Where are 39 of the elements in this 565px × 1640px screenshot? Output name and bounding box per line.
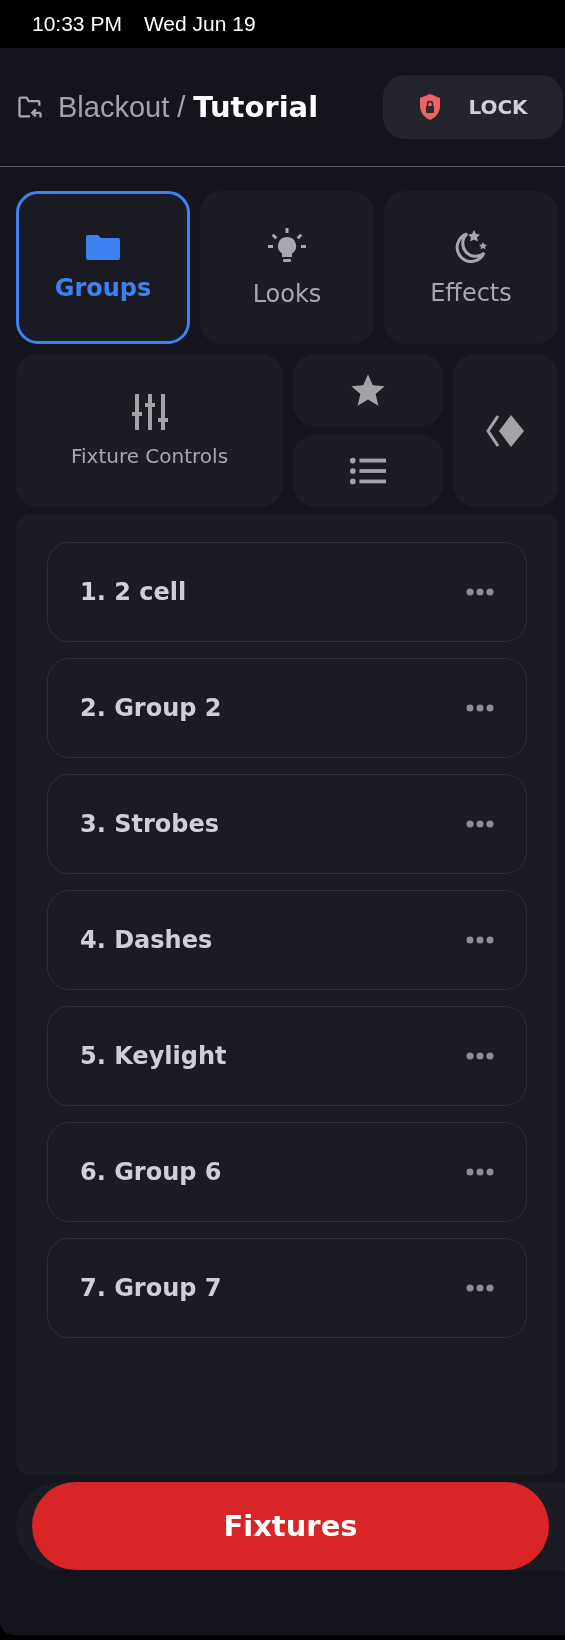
- group-name: 2. Group 2: [80, 694, 222, 722]
- diamond-button[interactable]: [453, 354, 558, 507]
- group-item[interactable]: 3. Strobes: [47, 774, 527, 874]
- group-name: 1. 2 cell: [80, 578, 187, 606]
- fixtures-button[interactable]: Fixtures: [32, 1482, 549, 1570]
- list-button[interactable]: [293, 435, 443, 507]
- group-item[interactable]: 5. Keylight: [47, 1006, 527, 1106]
- more-icon[interactable]: [466, 1284, 494, 1292]
- more-icon[interactable]: [466, 588, 494, 596]
- more-icon[interactable]: [466, 1052, 494, 1060]
- group-item[interactable]: 2. Group 2: [47, 658, 527, 758]
- moon-stars-icon: [453, 228, 489, 265]
- sliders-icon: [131, 393, 168, 430]
- more-icon[interactable]: [466, 1168, 494, 1176]
- fixture-controls-button[interactable]: Fixture Controls: [16, 354, 283, 507]
- group-item[interactable]: 7. Group 7: [47, 1238, 527, 1338]
- project-name: Blackout /: [58, 90, 186, 124]
- more-icon[interactable]: [466, 936, 494, 944]
- group-name: 7. Group 7: [80, 1274, 222, 1302]
- mode-tab[interactable]: Groups: [16, 191, 190, 344]
- group-name: 4. Dashes: [80, 926, 213, 954]
- more-icon[interactable]: [466, 704, 494, 712]
- group-name: 3. Strobes: [80, 810, 219, 838]
- show-name: Tutorial: [193, 90, 319, 124]
- lock-button[interactable]: LOCK: [383, 75, 563, 139]
- group-name: 6. Group 6: [80, 1158, 222, 1186]
- list-icon: [349, 455, 387, 487]
- mode-tab[interactable]: Effects: [384, 191, 558, 344]
- favorites-button[interactable]: [293, 354, 443, 426]
- group-item[interactable]: 1. 2 cell: [47, 542, 527, 642]
- mode-tab[interactable]: Looks: [200, 191, 374, 344]
- group-item[interactable]: 4. Dashes: [47, 890, 527, 990]
- group-name: 5. Keylight: [80, 1042, 227, 1070]
- folder-icon: [86, 233, 120, 260]
- shield-lock-icon: [418, 93, 443, 121]
- group-item[interactable]: 6. Group 6: [47, 1122, 527, 1222]
- status-time: 10:33 PM: [32, 12, 122, 36]
- status-date: Wed Jun 19: [143, 12, 256, 36]
- more-icon[interactable]: [466, 820, 494, 828]
